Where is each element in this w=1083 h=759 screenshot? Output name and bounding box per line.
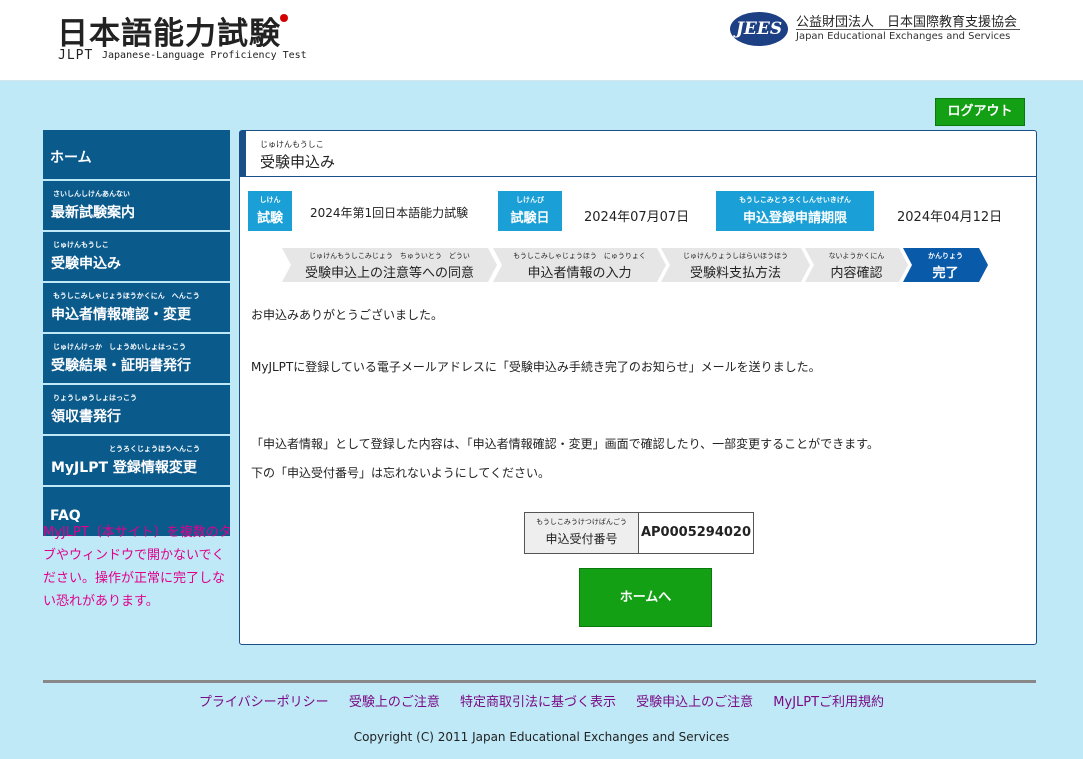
logo-subtitle: Japanese-Language Proficiency Test [102,50,307,61]
footer-link-terms[interactable]: MyJLPTご利用規約 [773,695,884,710]
deadline-label-text: 申込登録申請期限 [742,211,847,226]
home-button[interactable]: ホームへ [579,568,712,627]
copyright: Copyright (C) 2011 Japan Educational Exc… [353,730,730,744]
deadline-label-ruby: もうしこみとうろくしんせいきげん [739,196,851,204]
sidebar-item-label: 受験結果・証明書発行 [51,358,191,374]
acceptance-number-label: もうしこみうけつけばんごう 申込受付番号 [525,513,639,553]
sidebar-item-applicant-info[interactable]: もうしこみしゃじょうほうかくにん へんこう 申込者情報確認・変更 [43,283,230,334]
step-label: 受験申込上の注意等への同意 [304,266,474,281]
page-title-ruby: じゅけんもうしこ [260,140,324,149]
email-sent-message: MyJLPTに登録している電子メールアドレスに「受験申込み手続き完了のお知らせ」… [251,360,821,374]
exam-date-label-text: 試験日 [510,211,550,226]
exam-label: しけん 試験 [248,191,292,231]
acceptance-number-box: もうしこみうけつけばんごう 申込受付番号 AP0005294020 [524,512,754,554]
step-agreement: じゅけんもうしこみじょう ちゅういとう どうい 受験申込上の注意等への同意 [282,248,497,282]
exam-label-ruby: しけん [259,196,281,204]
sidebar-item-ruby: さいしんしけんあんない [53,190,130,198]
sidebar-item-latest-info[interactable]: さいしんしけんあんない 最新試験案内 [43,181,230,232]
deadline-value: 2024年04月12日 [897,210,1003,225]
exam-date-value: 2024年07月07日 [584,210,690,225]
page-title: 受験申込み [260,153,336,171]
sidebar-item-label: 申込者情報確認・変更 [51,307,191,323]
acceptance-label-text: 申込受付番号 [545,532,618,546]
step-confirm: ないようかくにん 内容確認 [805,248,908,282]
sidebar-item-ruby: じゅけんもうしこ [53,241,109,249]
logo-jlpt: JLPT [58,48,94,63]
sidebar-item-label: ホーム [50,150,92,166]
sidebar-item-label: MyJLPT 登録情報変更 [51,460,197,476]
org-divider [796,29,1020,30]
sidebar-item-label: 最新試験案内 [51,205,135,221]
multi-tab-warning: MyJLPT（本サイト）を複数のタブやウィンドウで開かないでください。操作が正常… [43,525,232,609]
acceptance-label-ruby: もうしこみうけつけばんごう [536,518,627,526]
deadline-label: もうしこみとうろくしんせいきげん 申込登録申請期限 [716,191,874,231]
acceptance-number-value: AP0005294020 [640,525,752,540]
thanks-message: お申込みありがとうございました。 [251,308,444,322]
sidebar-item-home[interactable]: ホーム [43,130,230,181]
exam-date-label: しけんび 試験日 [498,191,562,231]
sidebar-item-label: 受験申込み [51,256,121,272]
step-ruby: じゅけんもうしこみじょう ちゅういとう どうい [309,252,470,260]
step-ruby: ないようかくにん [828,252,885,260]
site-header: 日本語能力試験 JLPT Japanese-Language Proficien… [0,0,1083,81]
sidebar-item-ruby: とうろくじょうほうへんこう [109,445,200,453]
step-payment-method: じゅけんりょうしはらいほうほう 受験料支払方法 [661,248,810,282]
step-ruby: もうしこみしゃじょうほう にゅうりょく [513,252,646,260]
step-label: 完了 [932,266,959,281]
footer-link-privacy[interactable]: プライバシーポリシー [199,695,329,710]
main-panel: じゅけんもうしこ 受験申込み しけん 試験 2024年第1回日本語能力試験 しけ… [239,130,1037,645]
sidebar-item-apply[interactable]: じゅけんもうしこ 受験申込み [43,232,230,283]
sidebar-item-receipt[interactable]: りょうしゅうしょはっこう 領収書発行 [43,385,230,436]
footer-link-application-notes[interactable]: 受験申込上のご注意 [636,695,753,710]
logo-red-dot [280,14,288,22]
sidebar-item-ruby: じゅけんけっか しょうめいしょはっこう [53,343,186,351]
page-title-bar: じゅけんもうしこ 受験申込み [240,131,1036,177]
org-name-jp: 公益財団法人 日本国際教育支援協会 [796,15,1018,30]
footer-links: プライバシーポリシー 受験上のご注意 特定商取引法に基づく表示 受験申込上のご注… [0,691,1083,710]
sidebar-nav: ホーム さいしんしけんあんない 最新試験案内 じゅけんもうしこ 受験申込み もう… [43,130,230,538]
org-name-en: Japan Educational Exchanges and Services [796,31,1011,42]
footer-link-exam-notes[interactable]: 受験上のご注意 [349,695,440,710]
step-complete: かんりょう 完了 [903,248,988,282]
sidebar-item-ruby: もうしこみしゃじょうほうかくにん へんこう [53,292,200,300]
exam-label-text: 試験 [256,211,283,226]
site-logo-title: 日本語能力試験 [57,16,281,52]
step-label: 申込者情報の入力 [527,266,632,281]
exam-value: 2024年第1回日本語能力試験 [310,206,469,220]
sidebar-item-ruby: りょうしゅうしょはっこう [53,394,137,402]
sidebar-item-myjlpt-settings[interactable]: とうろくじょうほうへんこう MyJLPT 登録情報変更 [43,436,230,487]
keep-number-message: 下の「申込受付番号」は忘れないようにしてください。 [251,466,551,480]
applicant-info-message: 「申込者情報」として登録した内容は、「申込者情報確認・変更」画面で確認したり、一… [251,437,879,451]
sidebar-item-results[interactable]: じゅけんけっか しょうめいしょはっこう 受験結果・証明書発行 [43,334,230,385]
jees-logo: JEES [730,12,788,46]
step-applicant-input: もうしこみしゃじょうほう にゅうりょく 申込者情報の入力 [493,248,666,282]
step-ruby: かんりょう [928,252,963,260]
step-label: 内容確認 [830,266,883,281]
step-label: 受験料支払方法 [689,266,781,281]
exam-date-label-ruby: しけんび [516,196,544,204]
step-ruby: じゅけんりょうしはらいほうほう [683,252,788,260]
sidebar-item-label: 領収書発行 [51,409,121,425]
logout-button[interactable]: ログアウト [935,98,1025,126]
footer-divider [43,680,1036,683]
footer-link-commercial-law[interactable]: 特定商取引法に基づく表示 [460,695,616,710]
